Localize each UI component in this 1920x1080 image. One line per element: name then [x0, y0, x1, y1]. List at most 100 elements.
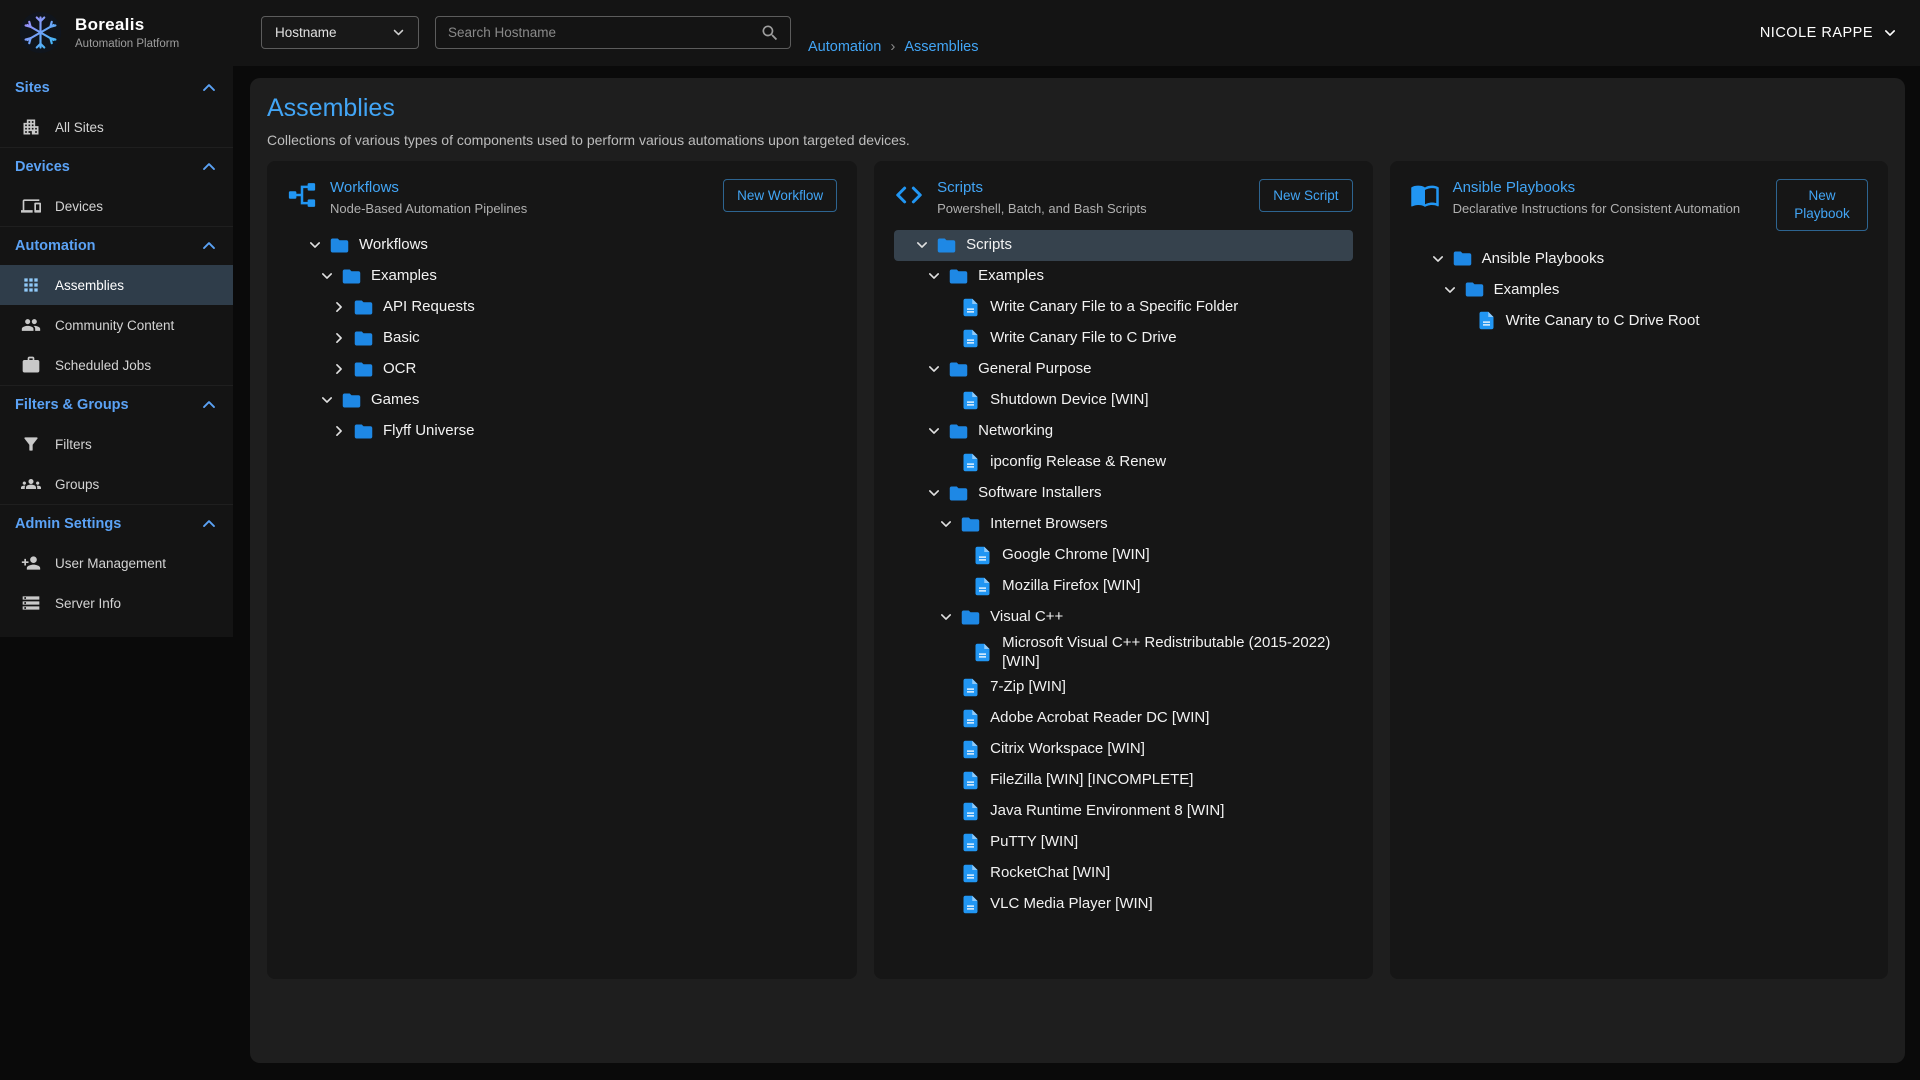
tree-leaf-item[interactable]: Write Canary File to C Drive: [894, 323, 1352, 354]
chevron-down-icon[interactable]: [922, 357, 946, 381]
tree-folder-item[interactable]: OCR: [287, 354, 837, 385]
tree-folder-item[interactable]: General Purpose: [894, 354, 1352, 385]
sidebar-item-all-sites[interactable]: All Sites: [0, 107, 233, 147]
people-icon: [21, 315, 41, 335]
sidebar-item-scheduled-jobs[interactable]: Scheduled Jobs: [0, 345, 233, 385]
chevron-down-icon[interactable]: [303, 233, 327, 257]
tree-leaf-item[interactable]: PuTTY [WIN]: [894, 827, 1352, 858]
sidebar-item-assemblies[interactable]: Assemblies: [0, 265, 233, 305]
breadcrumb-link-automation[interactable]: Automation: [808, 39, 881, 55]
tree-leaf-item[interactable]: Mozilla Firefox [WIN]: [894, 571, 1352, 602]
tree-folder-item[interactable]: Flyff Universe: [287, 416, 837, 447]
tree-folder-item[interactable]: Workflows: [287, 230, 837, 261]
chevron-down-icon[interactable]: [1426, 247, 1450, 271]
tree-leaf-item[interactable]: Microsoft Visual C++ Redistributable (20…: [894, 633, 1352, 672]
chevron-up-icon[interactable]: [199, 395, 219, 415]
tree-leaf-item[interactable]: Adobe Acrobat Reader DC [WIN]: [894, 703, 1352, 734]
chevron-placeholder: [934, 388, 958, 412]
chevron-right-icon[interactable]: [327, 326, 351, 350]
tree-item-label: Mozilla Firefox [WIN]: [1002, 576, 1140, 596]
tree-folder-item[interactable]: Basic: [287, 323, 837, 354]
sidebar-item-user-management[interactable]: User Management: [0, 543, 233, 583]
chevron-down-icon[interactable]: [922, 481, 946, 505]
sidebar-section-automation[interactable]: Automation: [0, 226, 233, 265]
tree-folder-item[interactable]: Examples: [287, 261, 837, 292]
tree-leaf-item[interactable]: 7-Zip [WIN]: [894, 672, 1352, 703]
assemblies-panel: Assemblies Collections of various types …: [250, 78, 1905, 1063]
document-icon: [960, 770, 981, 791]
breadcrumb-link-assemblies[interactable]: Assemblies: [904, 39, 978, 55]
tree-leaf-item[interactable]: RocketChat [WIN]: [894, 858, 1352, 889]
folder-icon: [1452, 248, 1473, 269]
chevron-right-icon[interactable]: [327, 419, 351, 443]
tree-folder-item[interactable]: Internet Browsers: [894, 509, 1352, 540]
sidebar-section-admin-settings[interactable]: Admin Settings: [0, 504, 233, 543]
chevron-up-icon[interactable]: [199, 78, 219, 98]
chevron-down-icon: [1880, 23, 1900, 43]
hostname-select-value: Hostname: [275, 25, 389, 40]
sidebar-section-devices[interactable]: Devices: [0, 147, 233, 186]
sidebar-section-sites[interactable]: Sites: [0, 68, 233, 107]
sidebar-item-filters[interactable]: Filters: [0, 424, 233, 464]
sidebar-item-groups[interactable]: Groups: [0, 464, 233, 504]
tree-leaf-item[interactable]: Citrix Workspace [WIN]: [894, 734, 1352, 765]
sidebar-item-community-content[interactable]: Community Content: [0, 305, 233, 345]
sidebar-section-filters-groups[interactable]: Filters & Groups: [0, 385, 233, 424]
new-playbook-button[interactable]: New Playbook: [1776, 179, 1868, 231]
chevron-placeholder: [934, 326, 958, 350]
sidebar-item-label: All Sites: [55, 120, 104, 135]
tree-leaf-item[interactable]: Write Canary to C Drive Root: [1410, 305, 1868, 336]
tree-leaf-item[interactable]: ipconfig Release & Renew: [894, 447, 1352, 478]
chevron-placeholder: [946, 543, 970, 567]
tree-folder-item[interactable]: Games: [287, 385, 837, 416]
scripts-card-header: Scripts Powershell, Batch, and Bash Scri…: [894, 179, 1352, 218]
tree-item-label: Write Canary File to C Drive: [990, 328, 1176, 348]
tree-item-label: Basic: [383, 328, 420, 348]
chevron-down-icon[interactable]: [315, 264, 339, 288]
tree-leaf-item[interactable]: Java Runtime Environment 8 [WIN]: [894, 796, 1352, 827]
new-workflow-button[interactable]: New Workflow: [723, 179, 837, 212]
tree-leaf-item[interactable]: Google Chrome [WIN]: [894, 540, 1352, 571]
chevron-up-icon[interactable]: [199, 236, 219, 256]
sidebar-item-server-info[interactable]: Server Info: [0, 583, 233, 623]
tree-folder-item[interactable]: Visual C++: [894, 602, 1352, 633]
tree-folder-item[interactable]: Examples: [1410, 274, 1868, 305]
tree-folder-item[interactable]: Software Installers: [894, 478, 1352, 509]
chevron-right-icon[interactable]: [327, 295, 351, 319]
tree-leaf-item[interactable]: Write Canary File to a Specific Folder: [894, 292, 1352, 323]
user-menu[interactable]: NICOLE RAPPE: [1760, 0, 1900, 66]
folder-icon: [948, 421, 969, 442]
chevron-down-icon[interactable]: [934, 512, 958, 536]
tree-folder-item[interactable]: Scripts: [894, 230, 1352, 261]
search-icon[interactable]: [760, 23, 780, 43]
sidebar-item-label: Filters: [55, 437, 92, 452]
tree-leaf-item[interactable]: VLC Media Player [WIN]: [894, 889, 1352, 920]
chevron-down-icon[interactable]: [910, 233, 934, 257]
document-icon: [960, 297, 981, 318]
chevron-down-icon[interactable]: [922, 419, 946, 443]
document-icon: [972, 642, 993, 663]
chevron-down-icon[interactable]: [922, 264, 946, 288]
chevron-right-icon[interactable]: [327, 357, 351, 381]
chevron-up-icon[interactable]: [199, 157, 219, 177]
brand: Borealis Automation Platform: [18, 10, 179, 55]
chevron-down-icon[interactable]: [315, 388, 339, 412]
hostname-select[interactable]: Hostname: [261, 16, 419, 49]
tree-leaf-item[interactable]: Shutdown Device [WIN]: [894, 385, 1352, 416]
tree-item-label: API Requests: [383, 297, 475, 317]
tree-leaf-item[interactable]: FileZilla [WIN] [INCOMPLETE]: [894, 765, 1352, 796]
chevron-down-icon[interactable]: [1438, 278, 1462, 302]
tree-folder-item[interactable]: Networking: [894, 416, 1352, 447]
sidebar-item-devices[interactable]: Devices: [0, 186, 233, 226]
tree-folder-item[interactable]: API Requests: [287, 292, 837, 323]
chevron-up-icon[interactable]: [199, 514, 219, 534]
tree-folder-item[interactable]: Ansible Playbooks: [1410, 243, 1868, 274]
chevron-placeholder: [934, 295, 958, 319]
workflow-icon: [287, 180, 317, 210]
tree-folder-item[interactable]: Examples: [894, 261, 1352, 292]
new-script-button[interactable]: New Script: [1259, 179, 1352, 212]
search-input[interactable]: [440, 25, 760, 40]
chevron-down-icon[interactable]: [934, 605, 958, 629]
card-title: Ansible Playbooks: [1453, 179, 1763, 196]
tree-item-label: Write Canary File to a Specific Folder: [990, 297, 1238, 317]
